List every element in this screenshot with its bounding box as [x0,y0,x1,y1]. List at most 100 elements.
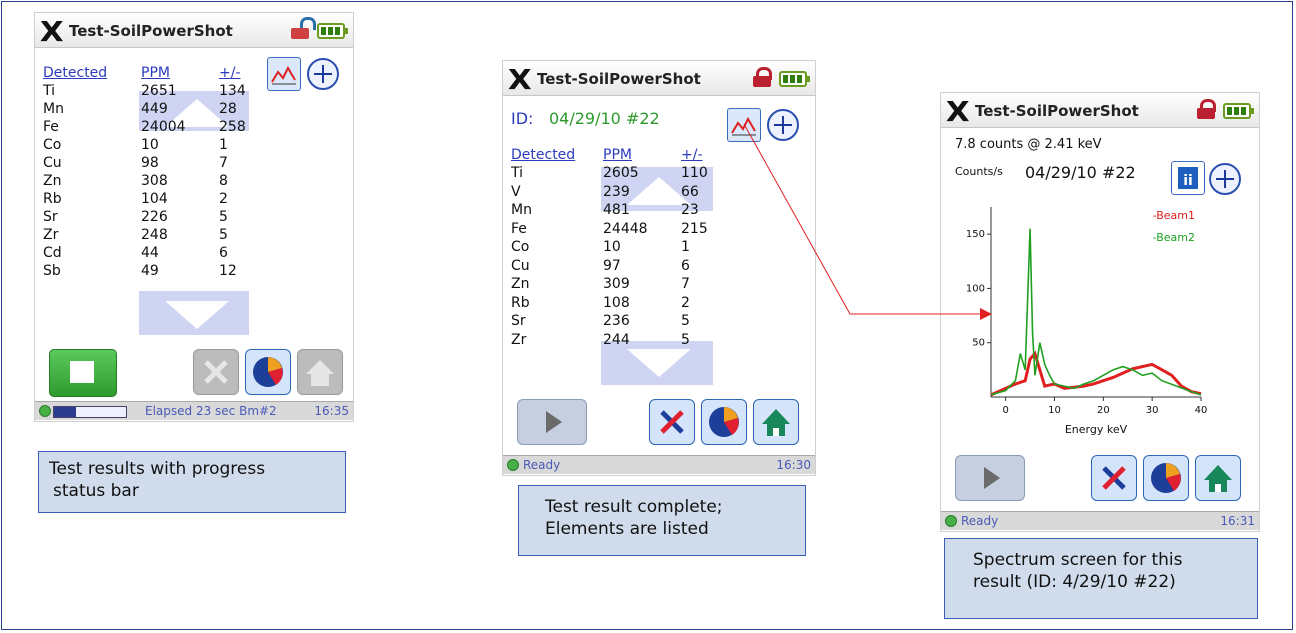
tools-button[interactable] [1091,455,1137,501]
status-led-icon [507,459,519,471]
battery-icon [317,23,348,39]
error-value: 8 [219,173,228,189]
start-button-disabled[interactable] [517,399,587,445]
tools-icon [660,410,684,434]
pie-chart-icon [253,357,283,387]
caption-screen-1: Test results with progress status bar [38,451,346,513]
app-logo-icon: X [39,15,64,48]
error-value: 1 [219,137,228,153]
spectrum-icon [271,65,296,85]
column-header[interactable]: +/- [681,147,703,163]
locked-icon [753,67,772,87]
element-name: Ti [511,165,524,181]
ppm-value: 248 [141,227,168,243]
status-bar: Ready 16:30 [503,455,815,474]
status-text: Ready [961,514,999,528]
error-value: 5 [681,331,690,348]
add-button[interactable] [307,58,339,90]
status-text: Elapsed 23 sec Bm#2 [145,404,277,418]
tools-icon [204,360,228,384]
tools-button-disabled[interactable] [193,349,239,395]
progress-bar [53,406,127,418]
home-icon [1204,465,1232,492]
ppm-value: 226 [141,209,168,225]
id-value: 04/29/10 #22 [1025,163,1136,182]
results-button[interactable] [701,399,747,445]
error-value: 66 [681,183,699,200]
y-axis-unit: Counts/s [955,165,1003,178]
x-tick-label: 0 [1002,405,1008,416]
device-screen-2: X Test-SoilPowerShot ID: 04/29/10 #22 De… [502,60,816,476]
app-title: Test-SoilPowerShot [69,22,233,40]
ppm-value: 2605 [603,165,639,181]
home-button-disabled[interactable] [297,349,343,395]
ppm-value: 10 [603,239,621,255]
element-name: Zn [511,276,530,292]
battery-icon [1223,103,1254,119]
progress-fill [54,407,76,417]
ppm-value: 97 [603,257,621,274]
status-bar: Ready 16:31 [941,511,1259,530]
element-name: Fe [511,220,527,237]
table-view-button[interactable]: ii [1171,161,1205,195]
spectrum-button[interactable] [267,57,301,91]
scroll-down-arrow-icon[interactable] [165,301,229,329]
element-name: Zr [511,331,527,348]
status-led-icon [39,405,51,417]
ppm-value: 239 [603,183,630,200]
column-header[interactable]: Detected [43,65,107,81]
unlocked-icon [291,17,316,39]
series-line-beam2 [990,228,1202,396]
ppm-value: 481 [603,202,630,218]
element-name: Ti [43,83,56,99]
add-button[interactable] [1209,163,1241,195]
ppm-value: 49 [141,263,159,279]
start-button-disabled[interactable] [955,455,1025,501]
element-name: Co [511,239,530,255]
spectrum-button[interactable] [727,108,761,142]
svg-text:ii: ii [1183,173,1193,189]
column-header[interactable]: PPM [141,65,170,81]
column-header[interactable]: +/- [219,65,241,81]
scroll-down-arrow-icon[interactable] [627,349,691,377]
element-name: Cu [511,257,530,274]
play-icon [984,467,1000,489]
ppm-value: 98 [141,155,159,171]
status-text: Ready [523,458,561,472]
error-value: 12 [219,263,237,279]
ppm-value: 104 [141,191,168,207]
add-button[interactable] [767,109,799,141]
y-tick-label: 50 [972,338,985,349]
y-tick-label: 150 [966,229,985,240]
battery-icon [779,71,810,87]
column-header[interactable]: PPM [603,147,632,163]
tools-button[interactable] [649,399,695,445]
home-icon [762,409,790,436]
title-bar: X Test-SoilPowerShot [503,61,815,96]
ppm-value: 236 [603,313,630,329]
status-led-icon [945,515,957,527]
title-bar: X Test-SoilPowerShot [941,93,1259,128]
results-button[interactable] [245,349,291,395]
legend-entry: -Beam2 [1153,231,1195,244]
element-name: Sb [43,263,61,279]
error-value: 258 [219,119,246,135]
home-icon [306,360,334,386]
home-button[interactable] [753,399,799,445]
x-tick-label: 20 [1097,405,1110,416]
error-value: 2 [219,191,228,207]
column-header[interactable]: Detected [511,147,575,163]
status-bar: Elapsed 23 sec Bm#2 16:35 [35,401,353,420]
caption-screen-2: Test result complete; Elements are liste… [518,485,806,556]
play-icon [546,411,562,433]
spectrum-chart: 0 10 20 30 40 50 100 150 -Beam1 -Beam2 Energy keV [966,207,1207,436]
element-name: Co [43,137,62,153]
home-button[interactable] [1195,455,1241,501]
status-time: 16:35 [314,404,349,418]
error-value: 28 [219,101,237,117]
error-value: 110 [681,165,708,181]
stop-button[interactable] [49,349,117,397]
results-button[interactable] [1143,455,1189,501]
x-axis-title: Energy keV [1065,423,1128,436]
element-name: Sr [43,209,58,225]
